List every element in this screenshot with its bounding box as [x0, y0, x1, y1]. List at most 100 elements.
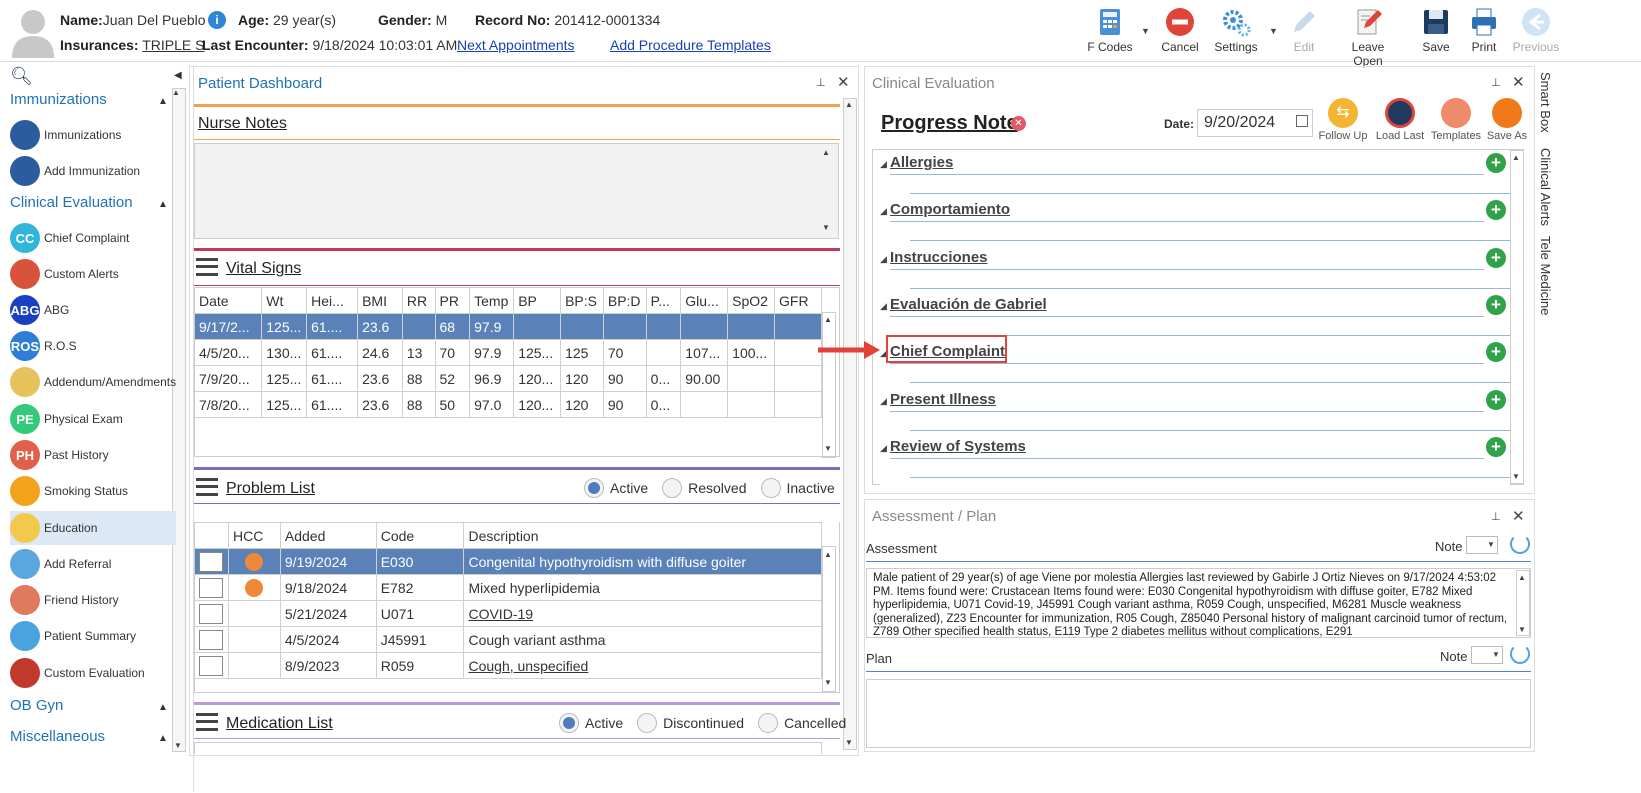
follow-up-button[interactable]: ⇆ Follow Up [1314, 98, 1372, 142]
section-label[interactable]: Present Illness [890, 391, 996, 408]
expand-triangle-icon[interactable]: ◢ [880, 206, 887, 217]
refresh-icon[interactable] [1510, 644, 1530, 664]
chevron-up-icon[interactable]: ▲ [158, 96, 168, 107]
add-icon[interactable]: + [1486, 389, 1506, 410]
sidebar-item[interactable]: CC Chief Complaint [10, 221, 176, 255]
section-label[interactable]: Review of Systems [890, 438, 1026, 455]
add-icon[interactable]: + [1486, 342, 1506, 363]
chevron-up-icon[interactable]: ▲ [158, 733, 168, 744]
progress-note-section[interactable]: ◢ Evaluación de Gabriel + [880, 294, 1510, 341]
sidebar-item[interactable]: ABG ABG [10, 293, 176, 327]
add-procedure-templates-link[interactable]: Add Procedure Templates [610, 37, 771, 53]
pin-icon[interactable]: ⊥ [816, 76, 826, 89]
plan-note-template-dropdown[interactable]: ▼ [1471, 646, 1503, 664]
menu-icon[interactable] [196, 478, 218, 496]
info-icon[interactable]: i [208, 11, 226, 29]
section-label[interactable]: Evaluación de Gabriel [890, 296, 1047, 313]
menu-icon[interactable] [196, 713, 218, 731]
menu-icon[interactable] [196, 258, 218, 276]
sidebar-item[interactable]: PE Physical Exam [10, 402, 176, 436]
sidebar-item[interactable]: PH Past History [10, 438, 176, 472]
filter-radio[interactable]: Resolved [662, 478, 747, 498]
progress-note-section[interactable]: ◢ Review of Systems + [880, 436, 1510, 483]
fcodes-button[interactable]: F Codes [1078, 6, 1142, 60]
sidebar-item[interactable]: ROS R.O.S [10, 329, 176, 363]
section-clinical-evaluation[interactable]: Clinical Evaluation [10, 194, 133, 211]
close-icon[interactable]: ✕ [1512, 73, 1525, 91]
templates-icon [1441, 98, 1471, 128]
sidebar-item[interactable]: Friend History [10, 583, 176, 617]
filter-radio[interactable]: Active [559, 713, 623, 733]
filter-radio[interactable]: Inactive [760, 478, 835, 498]
edit-button[interactable]: Edit [1272, 6, 1336, 60]
settings-button[interactable]: Settings [1204, 6, 1268, 60]
add-icon[interactable]: + [1486, 200, 1506, 221]
close-icon[interactable]: ✕ [1512, 507, 1525, 525]
sidebar-item[interactable]: Add Referral [10, 547, 176, 581]
sidebar-scroll-down-icon[interactable]: ▼ [174, 741, 182, 750]
expand-triangle-icon[interactable]: ◢ [880, 301, 887, 312]
date-input[interactable]: 9/20/2024 [1197, 109, 1313, 137]
templates-button[interactable]: Templates [1427, 98, 1485, 142]
add-icon[interactable]: + [1486, 153, 1506, 173]
side-tab-smart-box[interactable]: Smart Box [1538, 72, 1553, 133]
side-tab-clinical-alerts[interactable]: Clinical Alerts [1538, 148, 1553, 226]
close-icon[interactable]: ✕ [837, 73, 850, 91]
load-last-button[interactable]: Load Last [1371, 98, 1429, 142]
plan-textarea[interactable] [866, 679, 1531, 748]
sidebar-item[interactable]: Add Immunization [10, 154, 176, 188]
expand-triangle-icon[interactable]: ◢ [880, 396, 887, 407]
section-label[interactable]: Allergies [890, 154, 953, 171]
expand-triangle-icon[interactable]: ◢ [880, 254, 887, 265]
sidebar-item[interactable]: Smoking Status [10, 474, 176, 508]
sidebar-item[interactable]: Custom Evaluation [10, 656, 176, 690]
save-as-button[interactable]: Save As [1478, 98, 1536, 142]
sidebar-item-label: ABG [44, 303, 70, 317]
nurse-notes-textarea[interactable] [194, 143, 839, 239]
chevron-up-icon[interactable]: ▲ [158, 199, 168, 210]
pin-icon[interactable]: ⊥ [1491, 510, 1501, 523]
progress-note-section[interactable]: ◢ Present Illness + [880, 389, 1510, 436]
progress-note-section[interactable]: ◢ Comportamiento + [880, 199, 1510, 246]
side-tab-tele-medicine[interactable]: Tele Medicine [1538, 236, 1553, 316]
sidebar-item-label: Chief Complaint [44, 231, 130, 245]
chevron-up-icon[interactable]: ▲ [158, 702, 168, 713]
section-miscellaneous[interactable]: Miscellaneous [10, 728, 105, 745]
remove-icon[interactable]: ✕ [1011, 116, 1026, 131]
section-ob-gyn[interactable]: OB Gyn [10, 697, 63, 714]
add-icon[interactable]: + [1486, 294, 1506, 315]
sidebar-item[interactable]: Custom Alerts [10, 257, 176, 291]
progress-note-section[interactable]: ◢ Allergies + [880, 152, 1510, 199]
calendar-icon[interactable] [1296, 115, 1308, 127]
radio-icon [584, 478, 604, 498]
filter-radio[interactable]: Cancelled [758, 713, 846, 733]
refresh-icon[interactable] [1510, 534, 1530, 554]
pin-icon[interactable]: ⊥ [1491, 76, 1501, 89]
add-icon[interactable]: + [1486, 247, 1506, 268]
sidebar-item[interactable]: Addendum/Amendments [10, 365, 176, 399]
dashboard-scrollbar[interactable] [843, 98, 857, 750]
previous-button[interactable]: Previous [1504, 6, 1568, 60]
search-icon[interactable]: 🔍︎ [10, 66, 33, 87]
insurance-link[interactable]: TRIPLE S [142, 37, 204, 53]
filter-radio[interactable]: Active [584, 478, 648, 498]
section-label[interactable]: Instrucciones [890, 249, 988, 266]
progress-note-section[interactable]: ◢ Instrucciones + [880, 247, 1510, 294]
sidebar-item[interactable]: Patient Summary [10, 619, 176, 653]
expand-triangle-icon[interactable]: ◢ [880, 159, 887, 170]
cancel-button[interactable]: Cancel [1148, 6, 1212, 60]
collapse-sidebar-icon[interactable]: ◀ [174, 70, 182, 81]
filter-radio[interactable]: Discontinued [637, 713, 744, 733]
leave-open-button[interactable]: Leave Open [1336, 6, 1400, 68]
section-immunizations[interactable]: Immunizations [10, 91, 107, 108]
sidebar-item[interactable]: Education [10, 511, 176, 545]
progress-note-scrollbar[interactable] [1510, 150, 1524, 484]
section-label[interactable]: Comportamiento [890, 201, 1010, 218]
sidebar-item[interactable]: Immunizations [10, 118, 176, 152]
expand-triangle-icon[interactable]: ◢ [880, 443, 887, 454]
save-as-icon [1492, 98, 1522, 128]
next-appointments-link[interactable]: Next Appointments [457, 37, 575, 53]
assessment-textarea[interactable]: Male patient of 29 year(s) of age Viene … [866, 568, 1531, 638]
add-icon[interactable]: + [1486, 436, 1506, 457]
note-template-dropdown[interactable]: ▼ [1466, 536, 1498, 554]
